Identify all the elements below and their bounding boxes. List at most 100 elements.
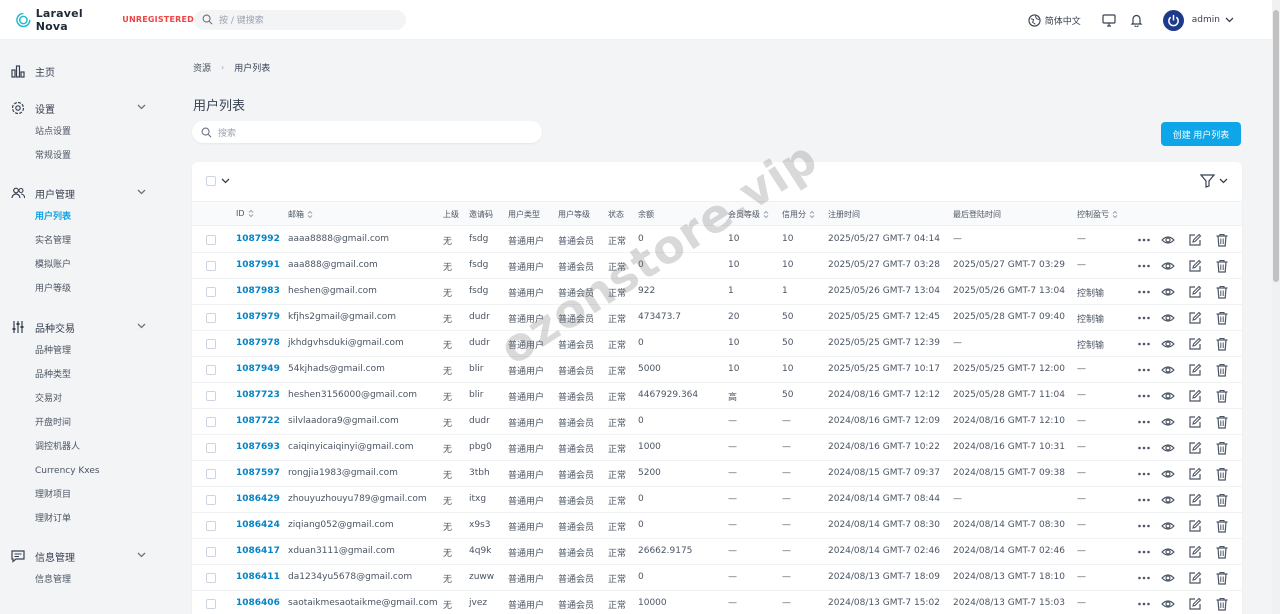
language-switcher[interactable]: 简体中文 [1028,13,1081,27]
cell-id[interactable]: 1087723 [236,390,280,400]
cell-id[interactable]: 1087979 [236,312,280,322]
sidebar-item-product-types[interactable]: 品种类型 [35,368,71,382]
row-view-button[interactable] [1161,441,1175,455]
row-view-button[interactable] [1161,363,1175,377]
row-delete-button[interactable] [1215,493,1229,507]
row-edit-button[interactable] [1188,259,1202,273]
row-more-button[interactable] [1137,493,1151,507]
sidebar-item-general-settings[interactable]: 常规设置 [35,149,71,163]
row-edit-button[interactable] [1188,337,1202,351]
row-checkbox[interactable] [206,313,216,323]
sidebar-item-demo-accounts[interactable]: 模拟账户 [35,258,71,272]
row-view-button[interactable] [1161,259,1175,273]
row-delete-button[interactable] [1215,337,1229,351]
row-checkbox[interactable] [206,417,216,427]
brand-logo[interactable]: Laravel Nova UNREGISTERED [16,7,194,33]
column-header-email[interactable]: 邮箱 [288,209,313,220]
sidebar-item-real-name[interactable]: 实名管理 [35,234,71,248]
resource-search-input[interactable]: 搜索 [192,121,542,143]
scrollbar[interactable] [1272,0,1280,614]
row-more-button[interactable] [1137,519,1151,533]
scrollbar-thumb[interactable] [1273,10,1279,282]
row-checkbox[interactable] [206,443,216,453]
row-more-button[interactable] [1137,571,1151,585]
row-more-button[interactable] [1137,233,1151,247]
row-checkbox[interactable] [206,495,216,505]
row-edit-button[interactable] [1188,415,1202,429]
sidebar-group-users[interactable]: 用户管理 [0,183,170,203]
cell-id[interactable]: 1086411 [236,572,280,582]
filter-button[interactable] [1200,174,1228,188]
row-delete-button[interactable] [1215,389,1229,403]
row-checkbox[interactable] [206,599,216,609]
sidebar-item-user-levels[interactable]: 用户等级 [35,282,71,296]
row-more-button[interactable] [1137,467,1151,481]
row-checkbox[interactable] [206,573,216,583]
row-edit-button[interactable] [1188,467,1202,481]
row-delete-button[interactable] [1215,233,1229,247]
row-delete-button[interactable] [1215,415,1229,429]
row-more-button[interactable] [1137,311,1151,325]
row-edit-button[interactable] [1188,311,1202,325]
row-more-button[interactable] [1137,259,1151,273]
cell-id[interactable]: 1087693 [236,442,280,452]
create-user-button[interactable]: 创建 用户列表 [1161,122,1241,146]
cell-id[interactable]: 1087978 [236,338,280,348]
sidebar-group-home[interactable]: 主页 [0,61,170,81]
row-checkbox[interactable] [206,235,216,245]
cell-id[interactable]: 1086424 [236,520,280,530]
row-edit-button[interactable] [1188,493,1202,507]
cell-id[interactable]: 1087991 [236,260,280,270]
row-more-button[interactable] [1137,597,1151,611]
row-delete-button[interactable] [1215,363,1229,377]
sidebar-item-wealth-orders[interactable]: 理财订单 [35,512,71,526]
row-delete-button[interactable] [1215,545,1229,559]
monitor-button[interactable] [1101,12,1117,28]
sidebar-item-trading-pairs[interactable]: 交易对 [35,392,62,406]
row-checkbox[interactable] [206,469,216,479]
global-search-input[interactable]: 按 / 键搜索 [194,9,406,30]
row-view-button[interactable] [1161,233,1175,247]
column-header-id[interactable]: ID [236,209,254,218]
cell-id[interactable]: 1086429 [236,494,280,504]
row-delete-button[interactable] [1215,597,1229,611]
row-delete-button[interactable] [1215,519,1229,533]
sidebar-item-products[interactable]: 品种管理 [35,344,71,358]
row-view-button[interactable] [1161,467,1175,481]
row-view-button[interactable] [1161,337,1175,351]
row-more-button[interactable] [1137,285,1151,299]
row-checkbox[interactable] [206,261,216,271]
row-edit-button[interactable] [1188,519,1202,533]
row-view-button[interactable] [1161,571,1175,585]
sidebar-group-trading[interactable]: 品种交易 [0,317,170,337]
notifications-button[interactable] [1129,12,1145,28]
cell-id[interactable]: 1087949 [236,364,280,374]
cell-id[interactable]: 1087992 [236,234,280,244]
sidebar-item-site-settings[interactable]: 站点设置 [35,125,71,139]
row-edit-button[interactable] [1188,363,1202,377]
row-delete-button[interactable] [1215,467,1229,481]
sidebar-item-opening-hours[interactable]: 开盘时间 [35,416,71,430]
row-view-button[interactable] [1161,493,1175,507]
select-all-dropdown[interactable] [206,176,230,186]
sidebar-item-currency-kxes[interactable]: Currency Kxes [35,464,100,478]
row-view-button[interactable] [1161,285,1175,299]
sidebar-group-settings[interactable]: 设置 [0,98,170,118]
row-edit-button[interactable] [1188,545,1202,559]
row-edit-button[interactable] [1188,441,1202,455]
column-header-credit-score[interactable]: 信用分 [782,209,815,220]
row-view-button[interactable] [1161,519,1175,533]
row-edit-button[interactable] [1188,597,1202,611]
row-checkbox[interactable] [206,339,216,349]
select-all-checkbox[interactable] [206,176,216,186]
row-checkbox[interactable] [206,391,216,401]
row-more-button[interactable] [1137,389,1151,403]
row-view-button[interactable] [1161,545,1175,559]
sidebar-item-message-management[interactable]: 信息管理 [35,573,71,587]
row-view-button[interactable] [1161,311,1175,325]
row-more-button[interactable] [1137,337,1151,351]
cell-id[interactable]: 1087983 [236,286,280,296]
cell-id[interactable]: 1086406 [236,598,280,608]
row-delete-button[interactable] [1215,285,1229,299]
row-view-button[interactable] [1161,415,1175,429]
